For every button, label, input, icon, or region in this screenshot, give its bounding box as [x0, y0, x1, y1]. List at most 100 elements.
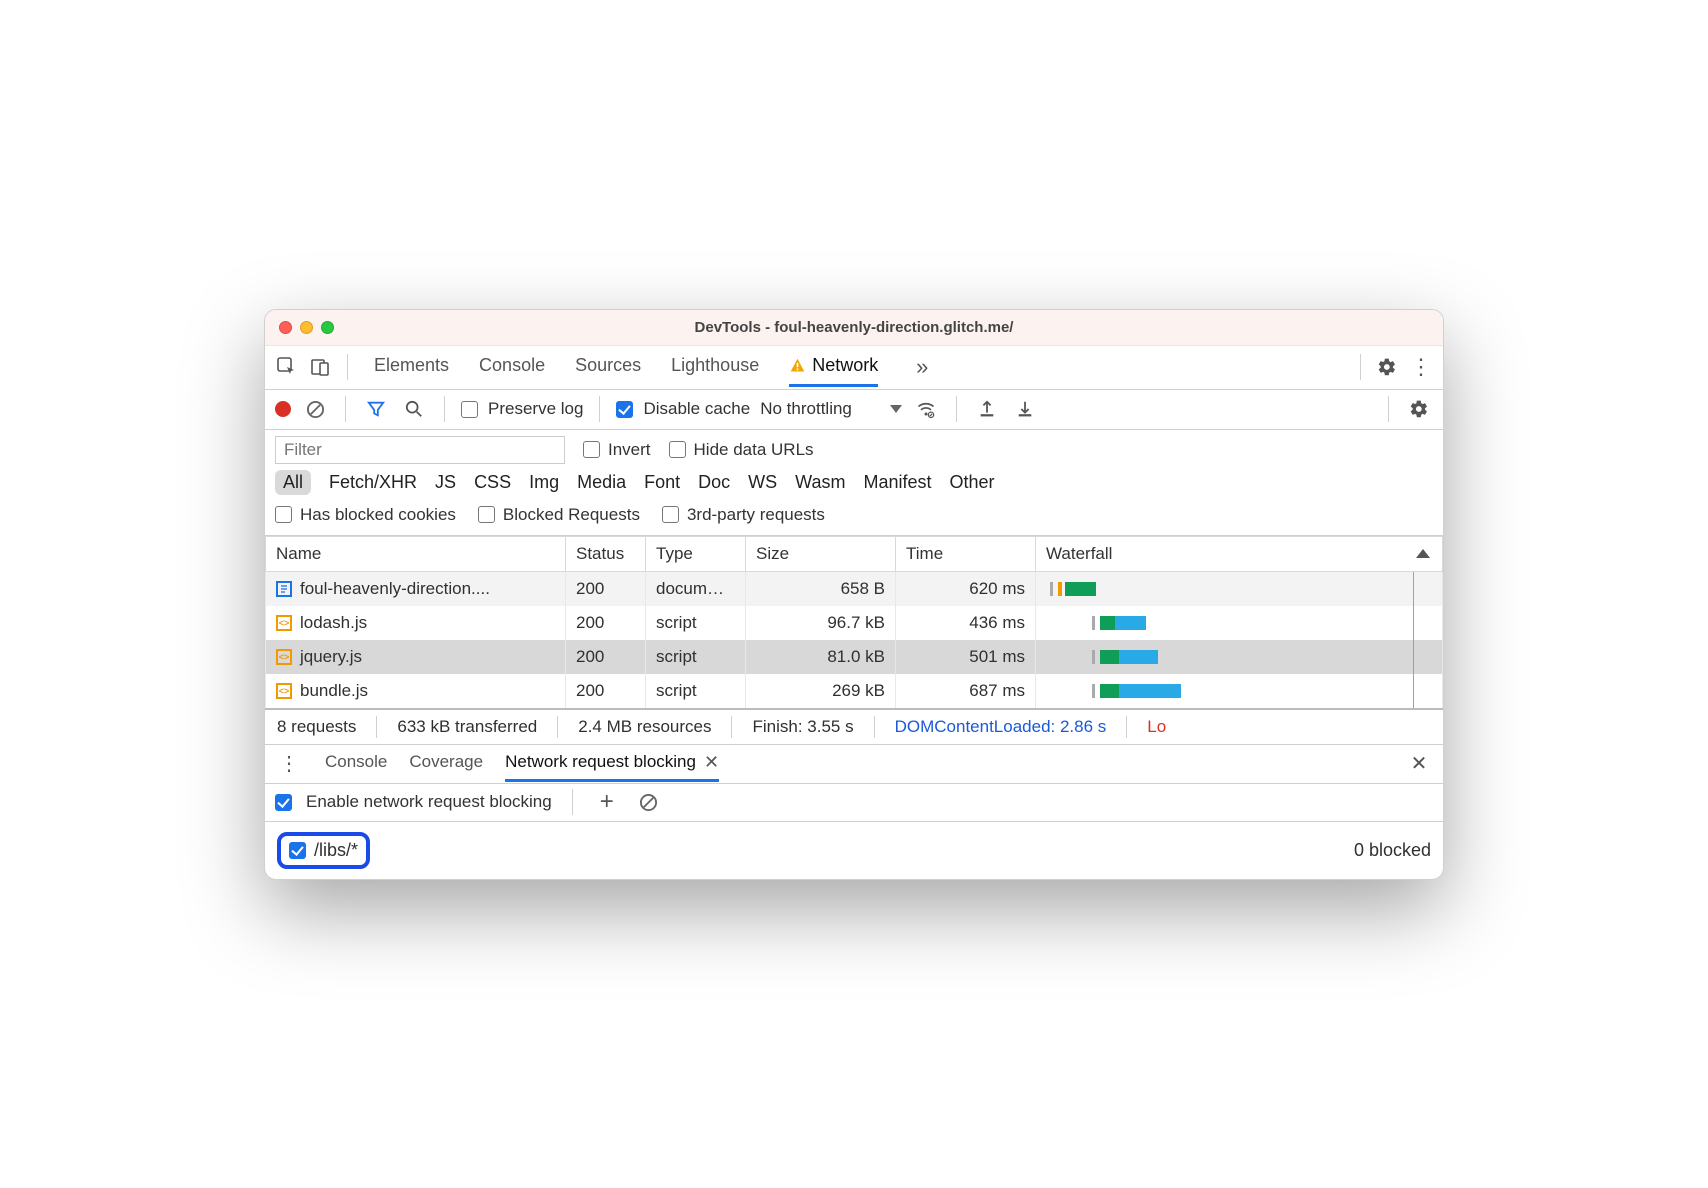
- drawer-tabbar: ⋮ Console Coverage Network request block…: [265, 744, 1443, 784]
- cell-type: docum…: [646, 571, 746, 606]
- cell-waterfall: [1036, 571, 1443, 606]
- filter-icon[interactable]: [362, 395, 390, 423]
- script-icon: <>: [276, 683, 292, 699]
- third-party-label: 3rd-party requests: [687, 505, 825, 525]
- status-finish: Finish: 3.55 s: [752, 717, 853, 737]
- type-doc[interactable]: Doc: [698, 472, 730, 493]
- tab-sources[interactable]: Sources: [575, 347, 641, 387]
- search-icon[interactable]: [400, 395, 428, 423]
- tab-elements[interactable]: Elements: [374, 347, 449, 387]
- clear-icon[interactable]: [301, 395, 329, 423]
- cell-status: 200: [566, 674, 646, 708]
- col-waterfall-label: Waterfall: [1046, 544, 1112, 563]
- network-settings-icon[interactable]: [1405, 395, 1433, 423]
- disable-cache-checkbox[interactable]: [616, 401, 633, 418]
- drawer-tab-coverage[interactable]: Coverage: [409, 746, 483, 781]
- table-row[interactable]: <> bundle.js 200script269 kB687 ms: [266, 674, 1443, 708]
- status-domcontentloaded: DOMContentLoaded: 2.86 s: [895, 717, 1107, 737]
- cell-waterfall: [1036, 640, 1443, 674]
- cell-type: script: [646, 640, 746, 674]
- hide-data-urls-checkbox[interactable]: [669, 441, 686, 458]
- settings-icon[interactable]: [1373, 353, 1401, 381]
- col-time[interactable]: Time: [896, 536, 1036, 571]
- main-tabbar: Elements Console Sources Lighthouse Netw…: [265, 346, 1443, 390]
- cell-type: script: [646, 674, 746, 708]
- table-row[interactable]: foul-heavenly-direction....200docum…658 …: [266, 571, 1443, 606]
- cell-size: 269 kB: [746, 674, 896, 708]
- col-status[interactable]: Status: [566, 536, 646, 571]
- inspect-icon[interactable]: [273, 353, 301, 381]
- cell-status: 200: [566, 640, 646, 674]
- tab-lighthouse[interactable]: Lighthouse: [671, 347, 759, 387]
- hide-data-urls-label: Hide data URLs: [694, 440, 814, 460]
- cell-size: 658 B: [746, 571, 896, 606]
- type-js[interactable]: JS: [435, 472, 456, 493]
- drawer-tab-console[interactable]: Console: [325, 746, 387, 781]
- import-har-icon[interactable]: [973, 395, 1001, 423]
- tab-network[interactable]: Network: [789, 347, 878, 387]
- third-party-checkbox[interactable]: [662, 506, 679, 523]
- type-css[interactable]: CSS: [474, 472, 511, 493]
- devtools-window: DevTools - foul-heavenly-direction.glitc…: [264, 309, 1444, 880]
- filter-bar: Invert Hide data URLs: [265, 430, 1443, 466]
- col-waterfall[interactable]: Waterfall: [1036, 536, 1443, 571]
- network-toolbar: Preserve log Disable cache No throttling: [265, 390, 1443, 430]
- cell-type: script: [646, 606, 746, 640]
- cell-status: 200: [566, 571, 646, 606]
- request-name: jquery.js: [300, 647, 362, 667]
- kebab-menu-icon[interactable]: ⋮: [1407, 353, 1435, 381]
- blocking-toolbar: Enable network request blocking +: [265, 784, 1443, 822]
- drawer-kebab-icon[interactable]: ⋮: [275, 750, 303, 778]
- more-tabs-icon[interactable]: »: [908, 353, 936, 381]
- tab-console[interactable]: Console: [479, 347, 545, 387]
- col-name[interactable]: Name: [266, 536, 566, 571]
- invert-checkbox[interactable]: [583, 441, 600, 458]
- has-blocked-cookies-checkbox[interactable]: [275, 506, 292, 523]
- invert-label: Invert: [608, 440, 651, 460]
- extra-filters: Has blocked cookies Blocked Requests 3rd…: [265, 503, 1443, 536]
- type-ws[interactable]: WS: [748, 472, 777, 493]
- blocked-count: 0 blocked: [1354, 840, 1431, 861]
- export-har-icon[interactable]: [1011, 395, 1039, 423]
- pattern-text: /libs/*: [314, 840, 358, 861]
- blocked-requests-checkbox[interactable]: [478, 506, 495, 523]
- col-type[interactable]: Type: [646, 536, 746, 571]
- blocking-pattern-row[interactable]: /libs/* 0 blocked: [265, 822, 1443, 879]
- table-row[interactable]: <>jquery.js200script81.0 kB501 ms: [266, 640, 1443, 674]
- type-font[interactable]: Font: [644, 472, 680, 493]
- table-row[interactable]: <>lodash.js200script96.7 kB436 ms: [266, 606, 1443, 640]
- cell-size: 96.7 kB: [746, 606, 896, 640]
- type-media[interactable]: Media: [577, 472, 626, 493]
- device-toggle-icon[interactable]: [307, 353, 335, 381]
- col-size[interactable]: Size: [746, 536, 896, 571]
- type-other[interactable]: Other: [950, 472, 995, 493]
- filter-input[interactable]: [275, 436, 565, 464]
- type-img[interactable]: Img: [529, 472, 559, 493]
- type-wasm[interactable]: Wasm: [795, 472, 845, 493]
- network-table: Name Status Type Size Time Waterfall fou…: [265, 536, 1443, 708]
- close-drawer-icon[interactable]: ✕: [1405, 750, 1433, 778]
- drawer-tab-blocking[interactable]: Network request blocking ✕: [505, 746, 719, 782]
- preserve-log-checkbox[interactable]: [461, 401, 478, 418]
- enable-blocking-checkbox[interactable]: [275, 794, 292, 811]
- request-name: lodash.js: [300, 613, 367, 633]
- status-resources: 2.4 MB resources: [578, 717, 711, 737]
- request-name: bundle.js: [300, 681, 368, 701]
- document-icon: [276, 581, 292, 597]
- type-fetch-xhr[interactable]: Fetch/XHR: [329, 472, 417, 493]
- disable-cache-label: Disable cache: [643, 399, 750, 419]
- cell-time: 687 ms: [896, 674, 1036, 708]
- type-all[interactable]: All: [275, 470, 311, 495]
- clear-patterns-icon[interactable]: [635, 788, 663, 816]
- network-conditions-icon[interactable]: [912, 395, 940, 423]
- type-manifest[interactable]: Manifest: [864, 472, 932, 493]
- record-button[interactable]: [275, 401, 291, 417]
- add-pattern-icon[interactable]: +: [593, 788, 621, 816]
- script-icon: <>: [276, 615, 292, 631]
- blocked-requests-label: Blocked Requests: [503, 505, 640, 525]
- close-tab-icon[interactable]: ✕: [704, 752, 719, 773]
- type-filters: All Fetch/XHR JS CSS Img Media Font Doc …: [265, 466, 1443, 503]
- throttling-dropdown[interactable]: No throttling: [760, 399, 902, 419]
- pattern-enabled-checkbox[interactable]: [289, 842, 306, 859]
- cell-waterfall: [1036, 674, 1443, 708]
